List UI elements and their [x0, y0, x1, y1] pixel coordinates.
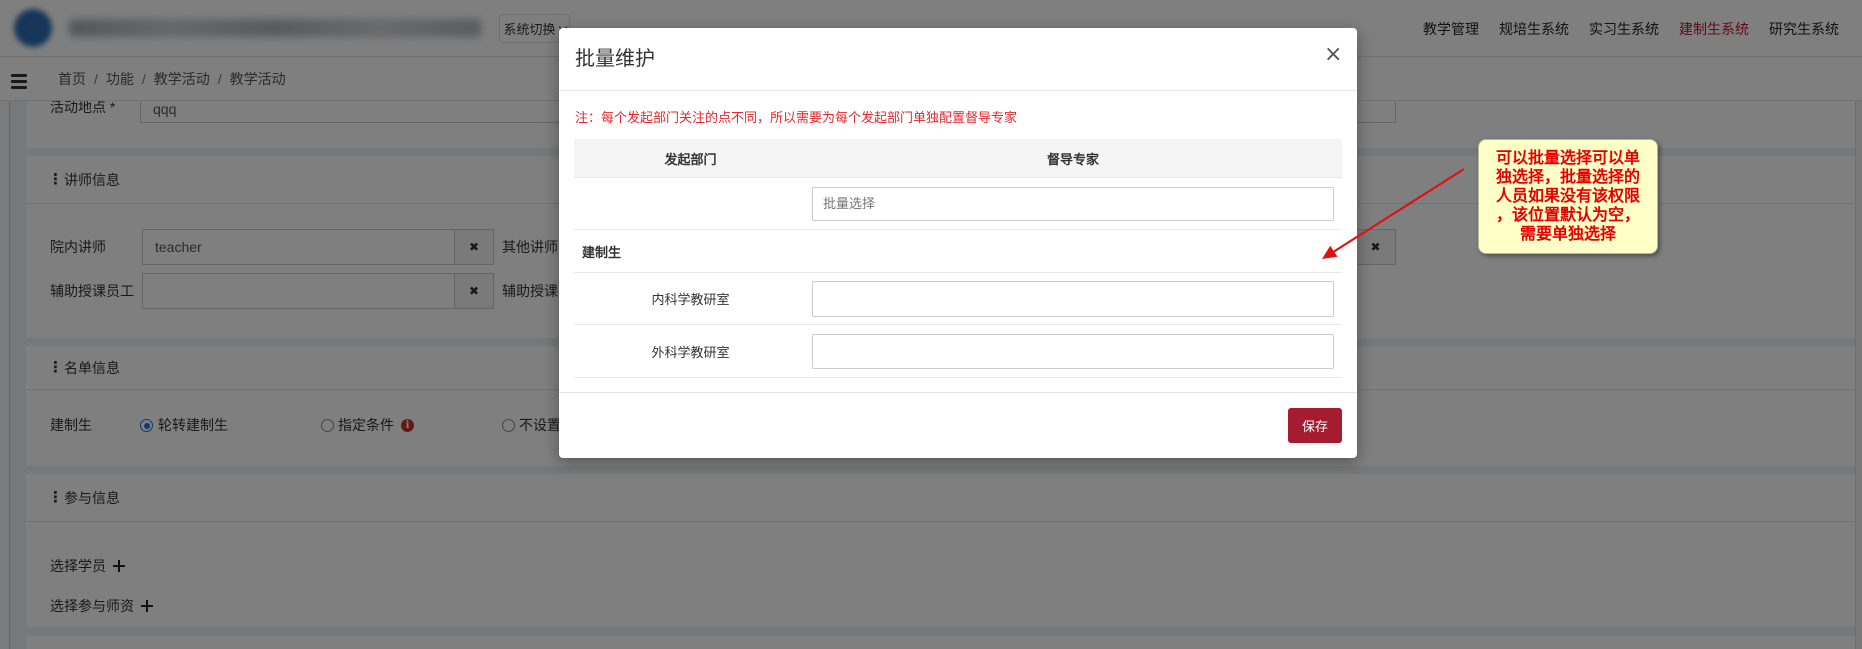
batch-select-input[interactable] — [812, 186, 1334, 221]
annotation-line: 需要单独选择 — [1519, 226, 1616, 243]
expert-cell — [807, 280, 1342, 317]
table-row: 外科学教研室 — [574, 325, 1342, 378]
annotation-line: ，该位置默认为空， — [1495, 207, 1640, 224]
department-cell: 外科学教研室 — [651, 344, 730, 360]
table-header-row: 发起部门 督导专家 — [574, 139, 1342, 178]
close-icon[interactable]: × — [1324, 43, 1342, 67]
batch-maintain-modal: 批量维护 × 注：每个发起部门关注的点不同，所以需要为每个发起部门单独配置督导专… — [559, 28, 1357, 458]
group-row: 建制生 — [574, 230, 1342, 273]
column-header-department: 发起部门 — [664, 151, 717, 167]
group-label: 建制生 — [582, 244, 622, 260]
annotation-callout: 可以批量选择可以单 独选择，批量选择的 人员如果没有该权限 ，该位置默认为空， … — [1478, 139, 1658, 254]
expert-input[interactable] — [812, 280, 1334, 317]
annotation-line: 人员如果没有该权限 — [1495, 188, 1640, 205]
batch-select-cell — [807, 186, 1342, 221]
modal-note: 注：每个发起部门关注的点不同，所以需要为每个发起部门单独配置督导专家 — [575, 110, 1018, 125]
supervisor-table: 发起部门 督导专家 建制生 内科学教研室 外科学教研室 — [574, 139, 1342, 378]
column-header-expert: 督导专家 — [1046, 151, 1099, 167]
department-cell: 内科学教研室 — [651, 292, 730, 307]
expert-cell — [807, 333, 1342, 369]
table-row: 内科学教研室 — [574, 273, 1342, 325]
expert-input[interactable] — [812, 333, 1334, 369]
modal-footer-divider — [559, 392, 1357, 393]
modal-header: 批量维护 × — [559, 28, 1357, 91]
annotation-line: 独选择，批量选择的 — [1495, 169, 1640, 186]
modal-title: 批量维护 — [575, 48, 655, 70]
annotation-line: 可以批量选择可以单 — [1495, 150, 1640, 167]
batch-select-row — [574, 178, 1342, 230]
save-button[interactable]: 保存 — [1288, 408, 1342, 443]
